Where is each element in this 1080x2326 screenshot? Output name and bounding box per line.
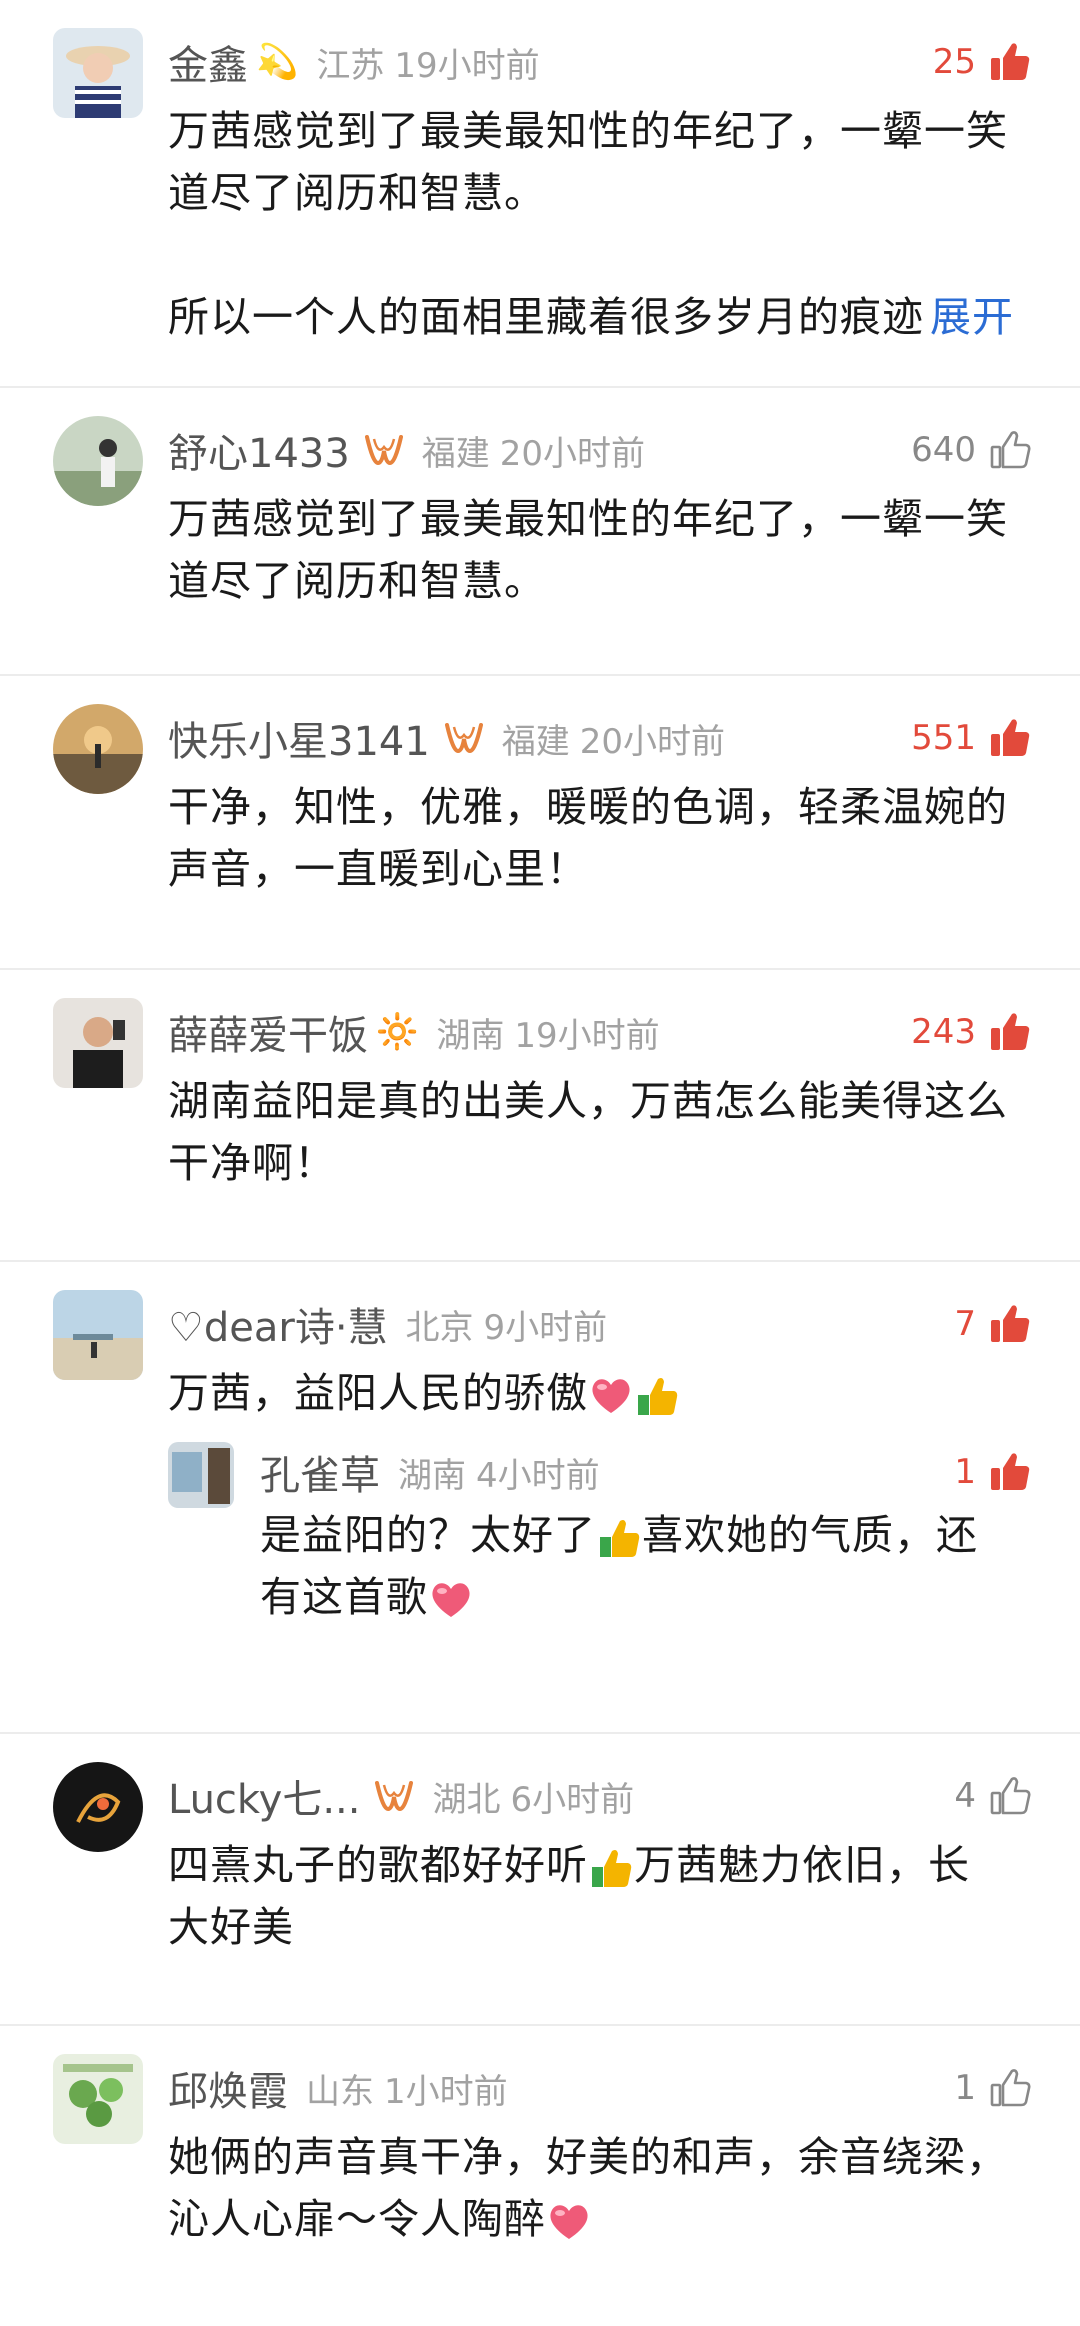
like-button[interactable]: 551 bbox=[911, 716, 1032, 760]
level-badge-icon: 💫 bbox=[256, 42, 299, 82]
heart-emoji bbox=[588, 1373, 634, 1419]
thumbs-up-outline-icon bbox=[988, 1774, 1032, 1818]
avatar[interactable] bbox=[53, 1762, 143, 1852]
comment-time: 1小时前 bbox=[384, 2071, 508, 2112]
comment-location: 江苏 bbox=[316, 45, 385, 86]
like-button[interactable]: 4 bbox=[954, 1774, 1032, 1818]
like-button[interactable]: 25 bbox=[933, 40, 1032, 84]
comment-item: 舒心1433 福建 20小时前 640 万茜感觉到了最美最知性的年纪了，一颦一笑… bbox=[0, 388, 1080, 676]
comment-time: 19小时前 bbox=[514, 1015, 660, 1056]
reply-item: 孔雀草 湖南 4小时前 1 是益阳的？太好了 喜欢她的气质，还 有这首歌 bbox=[168, 1442, 1032, 1672]
comment-location: 北京 bbox=[405, 1307, 474, 1348]
comment-feed: 金鑫 💫 江苏 19小时前 25 万茜感觉到了最美最知性的年纪了，一颦一笑 道尽… bbox=[0, 0, 1080, 2326]
reply-text: 是益阳的？太好了 喜欢她的气质，还 有这首歌 bbox=[260, 1511, 978, 1623]
comment-item: 金鑫 💫 江苏 19小时前 25 万茜感觉到了最美最知性的年纪了，一颦一笑 道尽… bbox=[0, 0, 1080, 388]
heart-emoji bbox=[428, 1577, 474, 1623]
comment-time: 20小时前 bbox=[579, 721, 726, 762]
verified-w-badge-icon bbox=[364, 433, 404, 467]
thumbs-up-emoji bbox=[634, 1373, 680, 1419]
avatar[interactable] bbox=[53, 28, 143, 118]
thumbs-up-filled-icon bbox=[988, 1010, 1032, 1054]
comment-item: 快乐小星3141 福建 20小时前 551 干净，知性，优雅，暖暖的色调，轻柔温… bbox=[0, 676, 1080, 970]
comment-text: 湖南益阳是真的出美人，万茜怎么能美得这么 干净啊！ bbox=[168, 1077, 1008, 1187]
comment-location: 湖北 bbox=[432, 1779, 501, 1820]
verified-w-badge-icon bbox=[444, 721, 484, 755]
like-count: 551 bbox=[911, 718, 976, 758]
sun-badge-icon: 🔆 bbox=[376, 1012, 419, 1052]
thumbs-up-filled-icon bbox=[988, 716, 1032, 760]
like-count: 25 bbox=[932, 42, 976, 82]
username[interactable]: 舒心1433 bbox=[168, 421, 350, 479]
comment-location: 湖南 bbox=[398, 1455, 466, 1496]
comment-text: 万茜感觉到了最美最知性的年纪了，一颦一笑 道尽了阅历和智慧。 所以一个人的面相里… bbox=[168, 107, 1014, 341]
thumbs-up-emoji bbox=[588, 1845, 634, 1891]
comment-item: ♡dear诗·慧 北京 9小时前 7 万茜，益阳人民的骄傲 孔雀草 湖南 4小时… bbox=[0, 1262, 1080, 1734]
username[interactable]: ♡dear诗·慧 bbox=[168, 1295, 388, 1353]
comment-text: 她俩的声音真干净，好美的和声，余音绕梁， 沁人心扉～令人陶醉 bbox=[168, 2133, 1008, 2245]
comment-text: 四熹丸子的歌都好好听 万茜魅力依旧，长 大好美 bbox=[168, 1841, 970, 1951]
like-button[interactable]: 640 bbox=[911, 428, 1032, 472]
heart-emoji bbox=[546, 2199, 592, 2245]
like-count: 1 bbox=[954, 1452, 976, 1492]
avatar[interactable] bbox=[168, 1442, 234, 1508]
like-button[interactable]: 7 bbox=[954, 1302, 1032, 1346]
like-count: 243 bbox=[911, 1012, 976, 1052]
like-button[interactable]: 1 bbox=[954, 2066, 1032, 2110]
comment-text: 万茜感觉到了最美最知性的年纪了，一颦一笑 道尽了阅历和智慧。 bbox=[168, 495, 1008, 605]
like-count: 4 bbox=[954, 1776, 976, 1816]
like-count: 640 bbox=[911, 430, 976, 470]
avatar[interactable] bbox=[53, 704, 143, 794]
comment-item: Lucky七... 湖北 6小时前 4 四熹丸子的歌都好好听 万茜魅力依旧，长 大… bbox=[0, 1734, 1080, 2026]
comment-item: 薛薛爱干饭 🔆 湖南 19小时前 243 湖南益阳是真的出美人，万茜怎么能美得这… bbox=[0, 970, 1080, 1262]
comment-location: 福建 bbox=[501, 721, 570, 762]
comment-item: 邱焕霞 山东 1小时前 1 她俩的声音真干净，好美的和声，余音绕梁， 沁人心扉～… bbox=[0, 2026, 1080, 2316]
username[interactable]: 金鑫 bbox=[168, 33, 248, 91]
comment-text: 干净，知性，优雅，暖暖的色调，轻柔温婉的 声音，一直暖到心里！ bbox=[168, 783, 1008, 893]
like-button[interactable]: 243 bbox=[911, 1010, 1032, 1054]
username[interactable]: 邱焕霞 bbox=[168, 2059, 288, 2117]
thumbs-up-outline-icon bbox=[988, 428, 1032, 472]
comment-time: 6小时前 bbox=[510, 1779, 635, 1820]
avatar[interactable] bbox=[53, 1290, 143, 1380]
comment-time: 20小时前 bbox=[499, 433, 646, 474]
avatar[interactable] bbox=[53, 416, 143, 506]
avatar[interactable] bbox=[53, 2054, 143, 2144]
like-count: 1 bbox=[954, 2068, 976, 2108]
thumbs-up-emoji bbox=[596, 1515, 642, 1561]
avatar[interactable] bbox=[53, 998, 143, 1088]
thumbs-up-filled-icon bbox=[988, 1302, 1032, 1346]
like-count: 7 bbox=[954, 1304, 976, 1344]
like-button[interactable]: 1 bbox=[954, 1450, 1032, 1494]
thumbs-up-filled-icon bbox=[988, 40, 1032, 84]
thumbs-up-outline-icon bbox=[988, 2066, 1032, 2110]
comment-time: 9小时前 bbox=[483, 1307, 608, 1348]
comment-location: 福建 bbox=[421, 433, 490, 474]
expand-link[interactable]: 展开 bbox=[930, 293, 1014, 341]
username[interactable]: Lucky七... bbox=[168, 1767, 360, 1825]
username[interactable]: 孔雀草 bbox=[260, 1443, 380, 1501]
comment-time: 4小时前 bbox=[476, 1455, 600, 1496]
comment-time: 19小时前 bbox=[394, 45, 540, 86]
username[interactable]: 薛薛爱干饭 bbox=[168, 1003, 368, 1061]
comment-location: 山东 bbox=[306, 2071, 374, 2112]
username[interactable]: 快乐小星3141 bbox=[168, 709, 430, 767]
verified-w-badge-icon bbox=[374, 1779, 414, 1813]
comment-location: 湖南 bbox=[436, 1015, 505, 1056]
thumbs-up-filled-icon bbox=[988, 1450, 1032, 1494]
comment-text: 万茜，益阳人民的骄傲 bbox=[168, 1362, 1040, 1424]
